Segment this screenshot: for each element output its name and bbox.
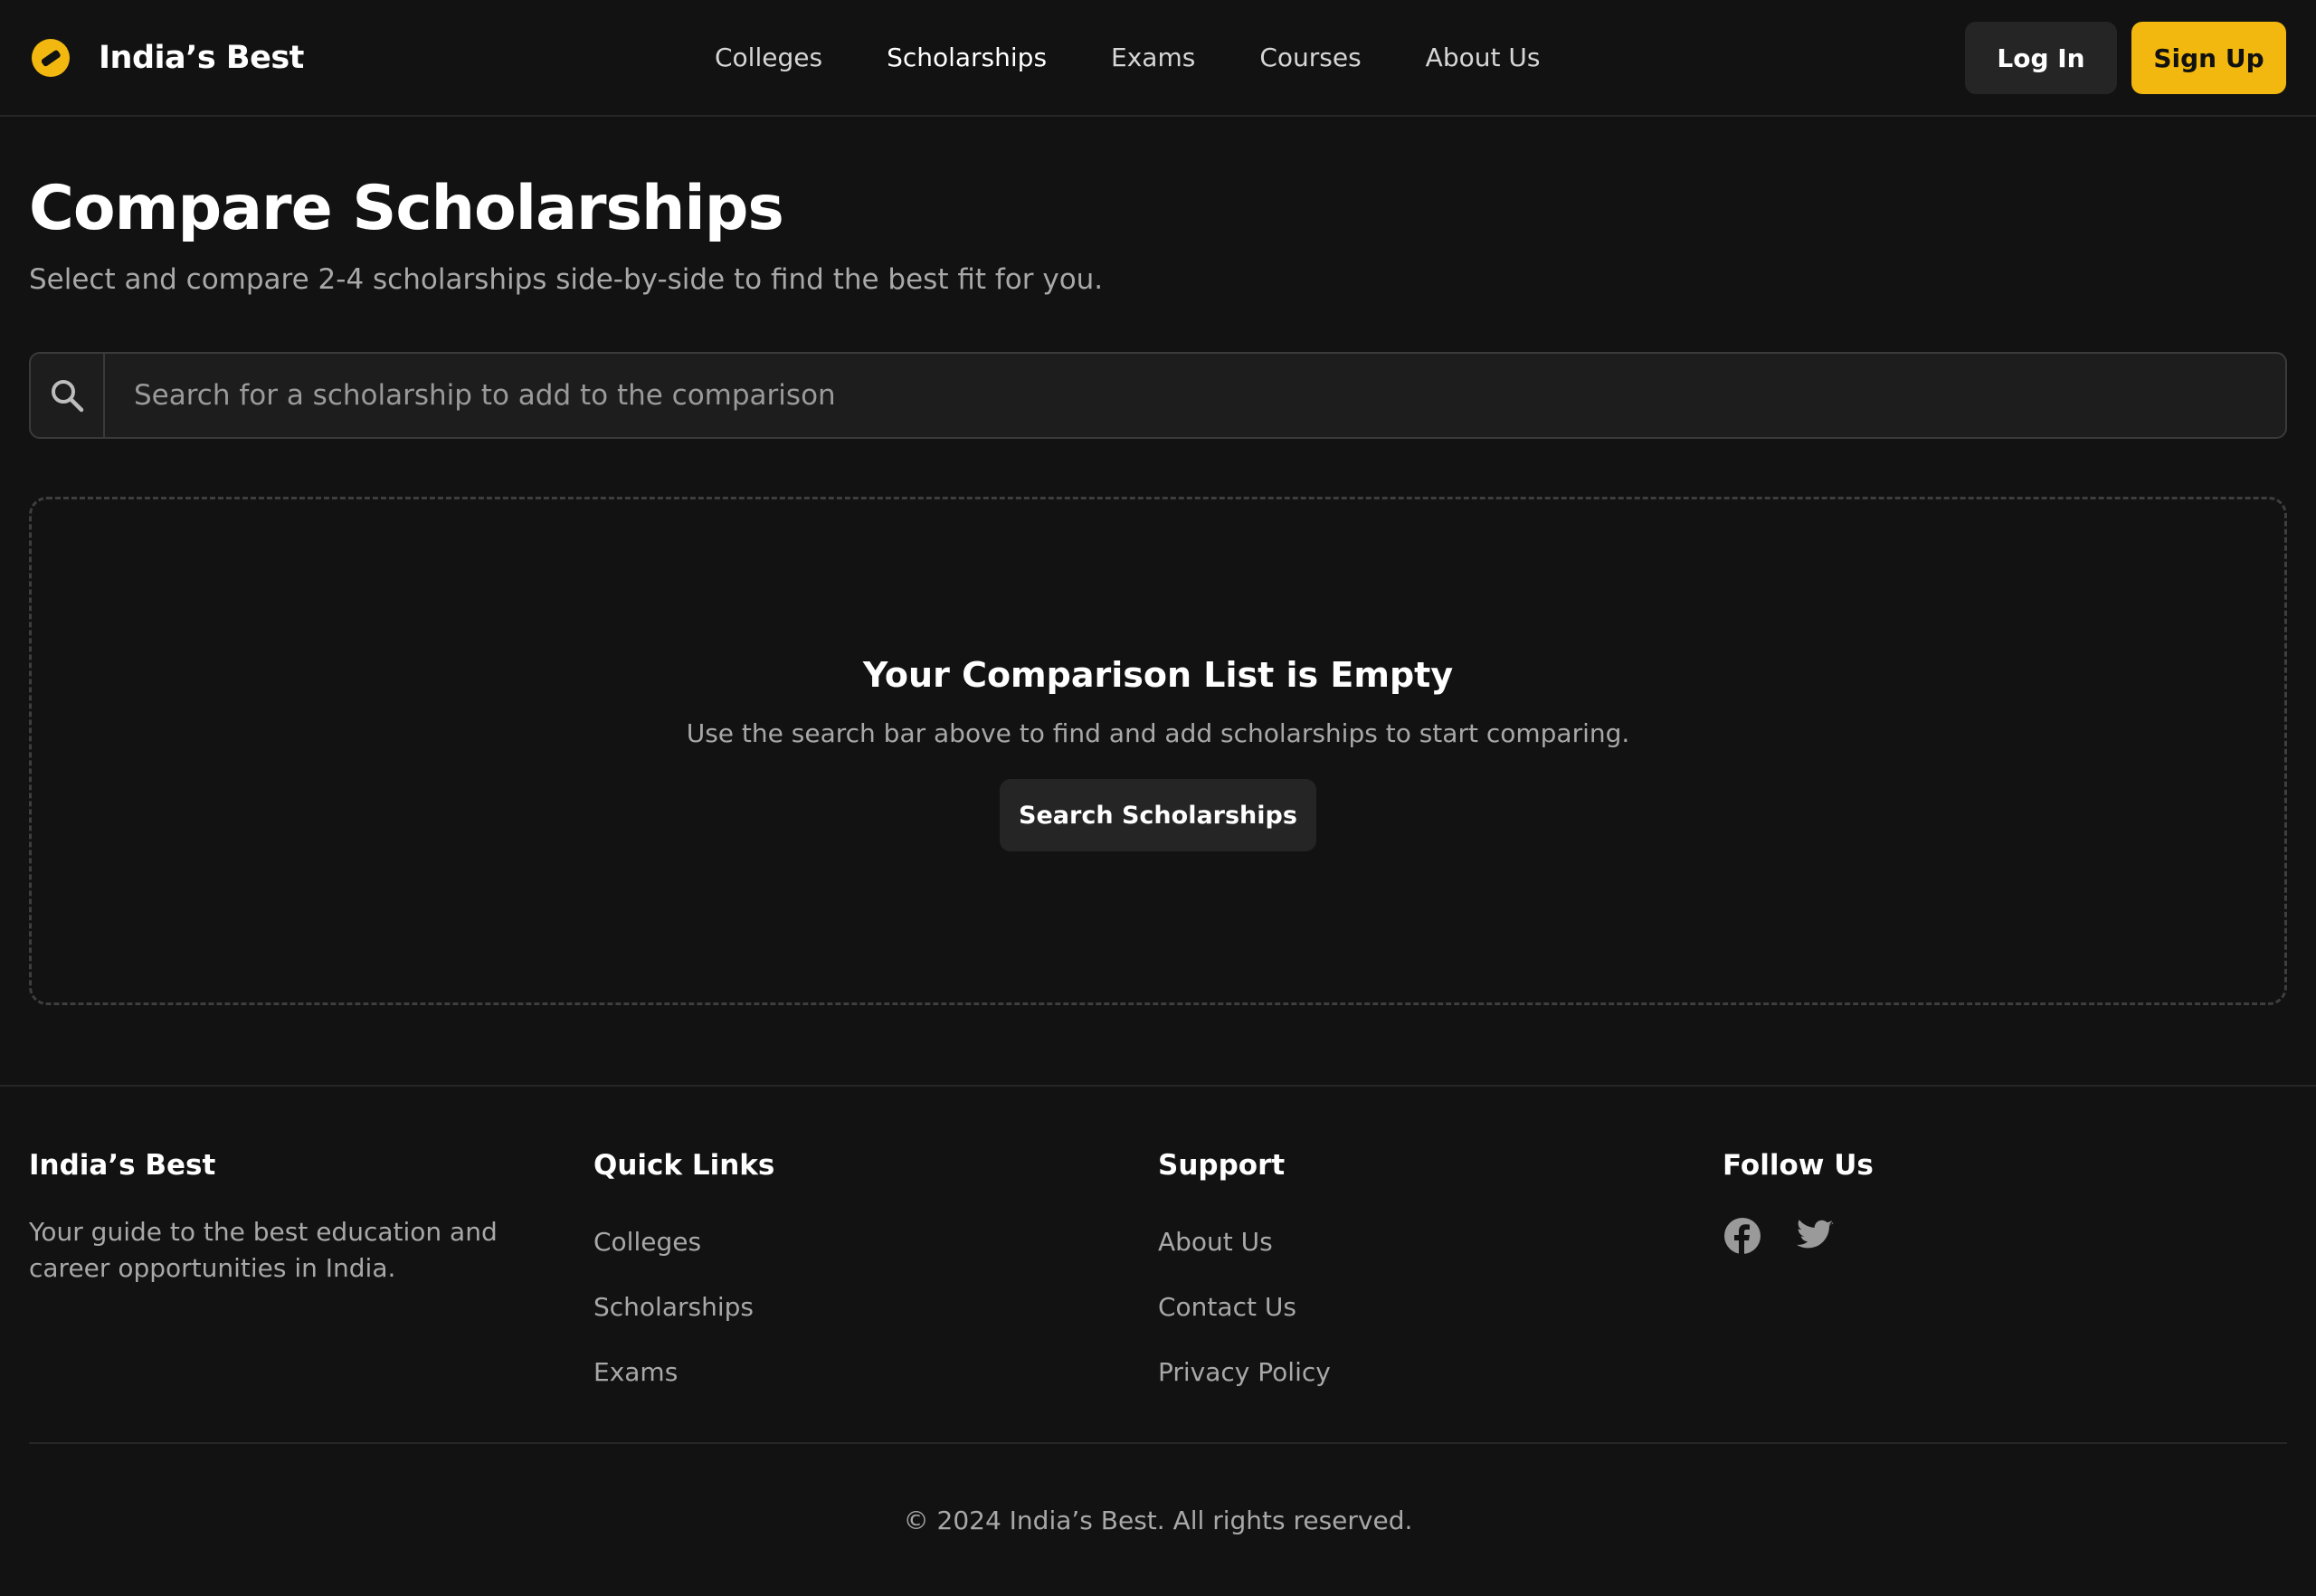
header-actions: Log In Sign Up: [1965, 22, 2286, 94]
footer-columns: India’s Best Your guide to the best educ…: [29, 1087, 2287, 1442]
social-links: [1723, 1216, 2287, 1256]
support-links-list: About Us Contact Us Privacy Policy: [1158, 1209, 1723, 1404]
login-button[interactable]: Log In: [1965, 22, 2117, 94]
footer-link-exams[interactable]: Exams: [593, 1357, 678, 1387]
list-item: About Us: [1158, 1209, 1723, 1274]
nav-about-us[interactable]: About Us: [1426, 43, 1541, 72]
support-heading: Support: [1158, 1149, 1286, 1182]
footer-brand-heading: India’s Best: [29, 1149, 216, 1182]
site-header: India’s Best Colleges Scholarships Exams…: [0, 0, 2316, 117]
page: India’s Best Colleges Scholarships Exams…: [0, 0, 2316, 1596]
scholarship-search: [29, 351, 2287, 439]
nav-exams[interactable]: Exams: [1111, 43, 1195, 72]
quick-links-list: Colleges Scholarships Exams: [593, 1209, 1158, 1404]
copyright: © 2024 India’s Best. All rights reserved…: [903, 1506, 1413, 1535]
brand[interactable]: India’s Best: [30, 37, 304, 79]
site-footer: India’s Best Your guide to the best educ…: [0, 1085, 2316, 1596]
page-subtitle: Select and compare 2-4 scholarships side…: [29, 262, 1104, 296]
tag-icon: [32, 38, 70, 77]
main-nav: Colleges Scholarships Exams Courses Abou…: [715, 0, 1540, 115]
empty-state-title: Your Comparison List is Empty: [862, 655, 1454, 696]
list-item: Scholarships: [593, 1274, 1158, 1339]
empty-state-text: Use the search bar above to find and add…: [686, 718, 1630, 749]
footer-link-contact-us[interactable]: Contact Us: [1158, 1292, 1296, 1322]
main-content: Compare Scholarships Select and compare …: [0, 173, 2316, 1005]
list-item: Colleges: [593, 1209, 1158, 1274]
follow-heading: Follow Us: [1723, 1149, 1874, 1182]
search-icon[interactable]: [31, 353, 105, 437]
brand-name: India’s Best: [99, 39, 304, 76]
search-input[interactable]: [105, 353, 2285, 437]
footer-description: Your guide to the best education and car…: [29, 1217, 498, 1283]
signup-button[interactable]: Sign Up: [2131, 22, 2286, 94]
footer-link-privacy-policy[interactable]: Privacy Policy: [1158, 1357, 1331, 1387]
footer-quick-links: Quick Links Colleges Scholarships Exams: [593, 1149, 1158, 1442]
list-item: Privacy Policy: [1158, 1339, 1723, 1404]
list-item: Exams: [593, 1339, 1158, 1404]
footer-link-about-us[interactable]: About Us: [1158, 1227, 1273, 1257]
footer-link-scholarships[interactable]: Scholarships: [593, 1292, 754, 1322]
facebook-icon[interactable]: [1723, 1216, 1762, 1256]
nav-colleges[interactable]: Colleges: [715, 43, 822, 72]
twitter-icon[interactable]: [1795, 1216, 1835, 1256]
list-item: Contact Us: [1158, 1274, 1723, 1339]
footer-link-colleges[interactable]: Colleges: [593, 1227, 701, 1257]
footer-brand-column: India’s Best Your guide to the best educ…: [29, 1149, 593, 1442]
quick-links-heading: Quick Links: [593, 1149, 775, 1182]
footer-bottom: © 2024 India’s Best. All rights reserved…: [29, 1442, 2287, 1596]
empty-comparison-state: Your Comparison List is Empty Use the se…: [29, 496, 2287, 1005]
search-scholarships-button[interactable]: Search Scholarships: [1000, 779, 1316, 852]
nav-courses[interactable]: Courses: [1259, 43, 1361, 72]
nav-scholarships[interactable]: Scholarships: [887, 43, 1047, 72]
page-title: Compare Scholarships: [29, 173, 784, 244]
footer-support: Support About Us Contact Us Privacy Poli…: [1158, 1149, 1723, 1442]
footer-follow: Follow Us: [1723, 1149, 2287, 1442]
